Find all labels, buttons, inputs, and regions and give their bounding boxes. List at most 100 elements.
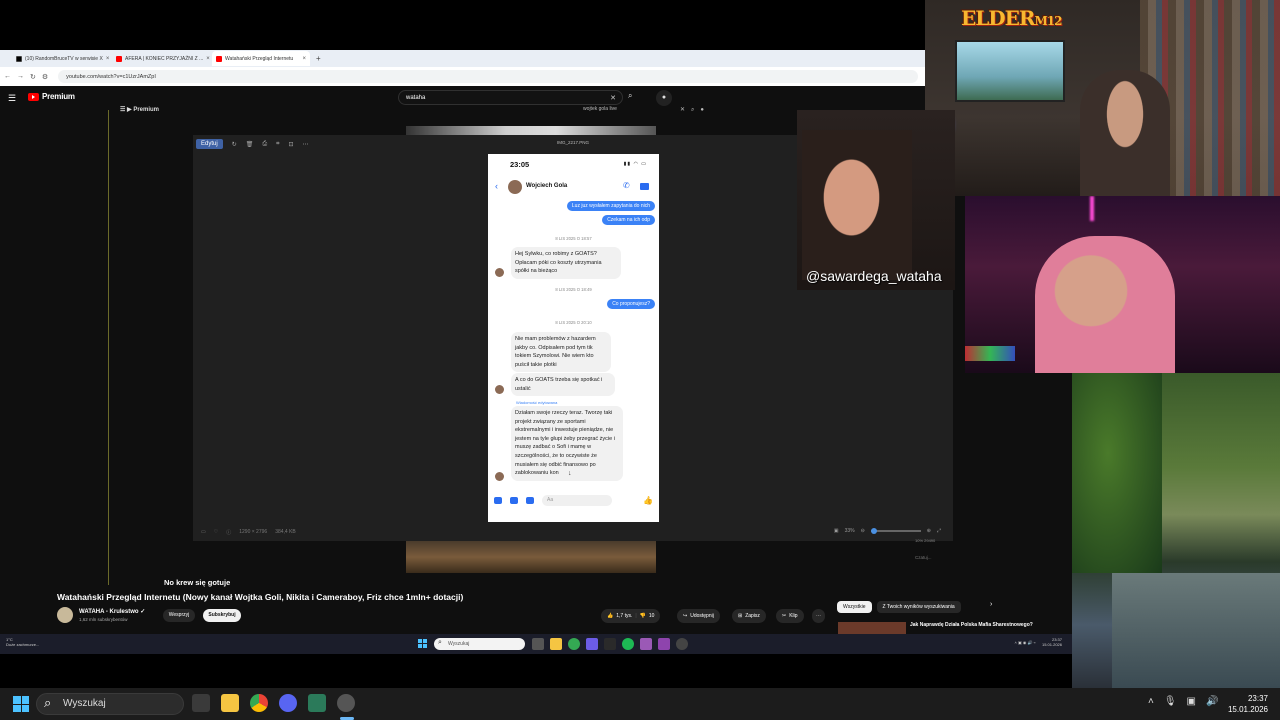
sender-avatar xyxy=(495,268,504,277)
save-button[interactable]: ⊞ Zapisz xyxy=(732,609,766,623)
spotify-icon xyxy=(622,638,634,650)
top-black-band xyxy=(0,0,925,50)
message-outgoing: Co proponujesz? xyxy=(607,299,655,309)
browser-tab[interactable]: (10) RandomBruceTV w serwisie X × xyxy=(12,51,110,66)
thumbs-up-icon: 👍 xyxy=(607,613,614,619)
new-tab-button[interactable]: + xyxy=(316,54,321,63)
crop-icon[interactable]: ⌗ xyxy=(276,141,279,148)
app-icon xyxy=(676,638,688,650)
close-tab-icon[interactable]: × xyxy=(206,56,210,62)
close-tab-icon[interactable]: × xyxy=(106,56,110,62)
url-input[interactable]: youtube.com/watch?v=c1UzrJAmZpI xyxy=(58,70,919,83)
recommended-video[interactable]: Jak Naprawdę Działa Polska Mafia Sharest… xyxy=(838,620,1068,634)
thumbs-down-icon[interactable]: 👎 xyxy=(640,613,646,619)
message-incoming: Nie mam problemów z hazardem jakby co. O… xyxy=(511,332,611,373)
youtube-logo[interactable]: Premium xyxy=(28,92,75,101)
webcam-handle-label: @sawardega_wataha xyxy=(806,268,942,284)
back-arrow-icon[interactable]: ← xyxy=(4,73,11,80)
search-icon[interactable]: ⌕ xyxy=(628,91,632,101)
zoom-in-icon[interactable]: ⊕ xyxy=(927,528,931,534)
dislike-count: 10 xyxy=(648,613,655,619)
heart-icon[interactable]: ♡ xyxy=(214,529,218,535)
scissors-icon: ✂ xyxy=(782,613,787,619)
start-windows-icon xyxy=(418,639,427,648)
print-icon[interactable]: ⎙ xyxy=(262,141,267,148)
microphone-icon[interactable]: 🎙 xyxy=(1164,696,1177,707)
discord-icon[interactable] xyxy=(279,694,297,712)
message-timestamp: 8 LIS 2025 O 18:57 xyxy=(555,236,592,241)
delete-icon[interactable]: 🗑 xyxy=(246,141,254,148)
like-button[interactable]: 👍 1,7 tys. | 👎 10 xyxy=(601,609,661,623)
site-info-icon[interactable]: ⚙ xyxy=(42,73,48,81)
zoom-percent: 33% xyxy=(844,528,855,534)
support-button[interactable]: Wesprzyj xyxy=(163,609,195,622)
channel-avatar[interactable] xyxy=(57,607,73,623)
search-icon: ⌕ xyxy=(44,695,52,710)
video-title: Watahański Przegląd Internetu (Nowy kana… xyxy=(57,592,464,602)
reload-icon[interactable]: ↻ xyxy=(30,73,36,81)
chat-input-row: Aa 👍 xyxy=(488,490,659,510)
youtube-favicon-icon xyxy=(116,55,122,62)
side-text: 10% 29490 xyxy=(915,538,936,543)
chat-input-side[interactable]: Czatuj... xyxy=(915,555,955,567)
hamburger-menu-icon[interactable]: ☰ xyxy=(8,93,16,104)
fullscreen-icon[interactable]: ⤢ xyxy=(937,528,941,534)
tab-label: (10) RandomBruceTV w serwisie X xyxy=(25,55,103,62)
video-caption: No krew się gotuje xyxy=(164,578,231,587)
share-icon[interactable]: ⊡ xyxy=(289,141,294,148)
file-explorer-icon xyxy=(550,638,562,650)
info-icon[interactable]: ⓘ xyxy=(226,529,231,536)
fit-icon[interactable]: ▣ xyxy=(834,528,839,534)
video-call-icon xyxy=(640,183,649,190)
start-windows-icon[interactable] xyxy=(13,696,29,712)
chevron-up-icon[interactable]: ˄ xyxy=(1148,696,1154,707)
app-icon xyxy=(658,638,670,650)
app-icon xyxy=(604,638,616,650)
share-button[interactable]: ↪ Udostępnij xyxy=(677,609,720,623)
zoom-slider[interactable] xyxy=(870,528,921,534)
black-gap xyxy=(0,654,1072,688)
taskbar-search: Wyszukaj xyxy=(434,637,525,650)
volume-icon[interactable]: 🔊 xyxy=(1206,696,1218,707)
task-view-icon[interactable] xyxy=(192,694,210,712)
browser-tab[interactable]: AFERA | KONIEC PRZYJAŹNI Z ... × xyxy=(112,51,210,66)
chevron-right-icon[interactable]: › xyxy=(990,601,992,608)
clip-button[interactable]: ✂ Klip xyxy=(776,609,804,623)
search-value: wataha xyxy=(406,94,426,101)
camera-icon xyxy=(494,496,502,504)
file-explorer-icon[interactable] xyxy=(221,694,239,712)
forward-arrow-icon[interactable]: → xyxy=(17,73,24,80)
logo-label: Premium xyxy=(42,92,75,101)
excel-icon[interactable] xyxy=(308,694,326,712)
taskbar-search[interactable]: Wyszukaj xyxy=(36,693,184,715)
more-actions-button[interactable]: ⋯ xyxy=(812,609,825,623)
bookmark-icon: ⊞ xyxy=(738,613,743,619)
webcam-third xyxy=(965,196,1280,373)
taskbar-clock[interactable]: 23:37 15.01.2026 xyxy=(1228,693,1268,715)
message-outgoing: Luz juz wysłałem zapytania do nich xyxy=(566,201,655,211)
channel-name[interactable]: WATAHA - Krulestwo ✓ xyxy=(79,608,145,615)
chrome-icon xyxy=(568,638,580,650)
phone-call-icon: ✆ xyxy=(623,181,630,190)
edit-button[interactable]: Edytuj xyxy=(196,139,223,149)
sender-avatar xyxy=(495,472,504,481)
webcam-elder: ELDERM12 xyxy=(925,0,1280,196)
recommended-thumbnail xyxy=(838,622,906,634)
network-icon[interactable]: ▣ xyxy=(1187,696,1196,707)
browser-tab-active[interactable]: Watahański Przegląd Internetu × xyxy=(212,51,310,66)
nature-video xyxy=(1072,373,1280,688)
obs-icon[interactable] xyxy=(337,694,355,712)
taskbar-apps xyxy=(192,694,355,712)
chip-from-search[interactable]: Z Twoich wyników wyszukiwania xyxy=(876,601,961,613)
clear-search-icon[interactable]: ✕ xyxy=(610,94,616,102)
phone-time: 23:05 xyxy=(510,160,530,169)
chrome-icon[interactable] xyxy=(250,694,268,712)
chip-all[interactable]: Wszystkie xyxy=(837,601,872,613)
close-tab-icon[interactable]: × xyxy=(302,56,306,62)
rotate-icon[interactable]: ↻ xyxy=(232,141,237,148)
subscribe-button[interactable]: Subskrybuj xyxy=(203,609,241,622)
more-icon[interactable]: ⋯ xyxy=(303,141,309,148)
search-input[interactable]: wataha ✕ xyxy=(398,90,623,105)
youtube-favicon-icon xyxy=(216,55,222,62)
zoom-out-icon[interactable]: ⊖ xyxy=(861,528,865,534)
